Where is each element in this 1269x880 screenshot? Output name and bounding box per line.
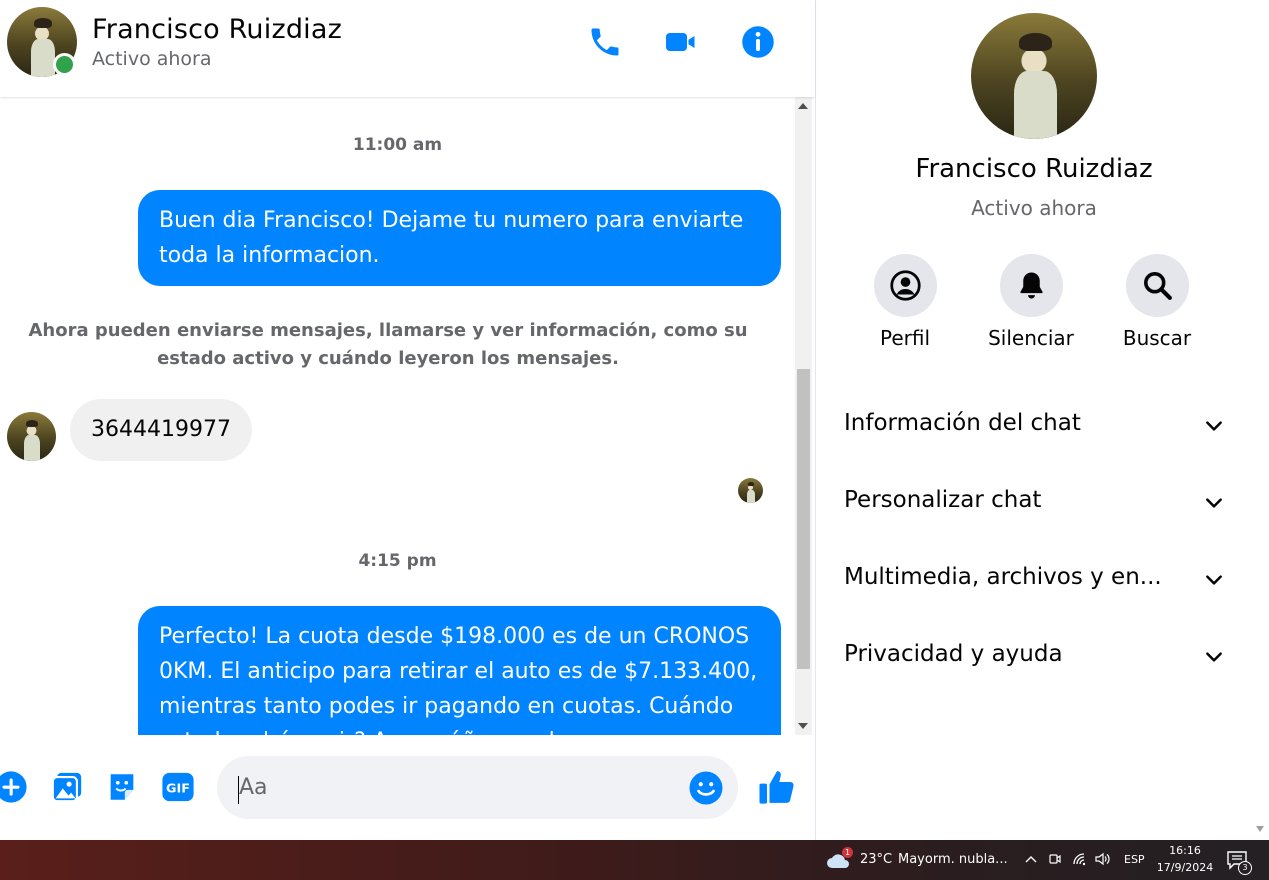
- weather-description[interactable]: Mayorm. nubla...: [898, 852, 1008, 867]
- volume-icon[interactable]: [1095, 852, 1111, 866]
- outgoing-message[interactable]: Buen dia Francisco! Dejame tu numero par…: [138, 190, 781, 286]
- mute-label: Silenciar: [988, 326, 1074, 350]
- message-timestamp: 11:00 am: [352, 135, 443, 155]
- input-language[interactable]: ESP: [1124, 853, 1145, 866]
- section-customize-chat[interactable]: Personalizar chat: [844, 479, 1224, 523]
- chevron-down-icon: [1206, 498, 1222, 508]
- chat-header: Francisco Ruizdiaz Activo ahora: [0, 0, 815, 97]
- message-scrollbar[interactable]: [795, 97, 812, 735]
- wifi-icon[interactable]: [1072, 852, 1088, 866]
- scroll-down-arrow[interactable]: [798, 723, 808, 729]
- mute-button[interactable]: Silenciar: [971, 254, 1091, 350]
- clock-time[interactable]: 16:16: [1160, 844, 1210, 857]
- chevron-down-icon: [1206, 652, 1222, 662]
- text-caret: [238, 776, 239, 804]
- info-icon[interactable]: [740, 24, 776, 60]
- message-list[interactable]: 11:00 am Buen dia Francisco! Dejame tu n…: [0, 97, 795, 735]
- weather-badge: 1: [842, 847, 853, 858]
- emoji-icon[interactable]: [688, 770, 724, 806]
- read-receipt-avatar: [738, 478, 763, 503]
- contact-name[interactable]: Francisco Ruizdiaz: [92, 14, 342, 45]
- bell-icon: [1020, 272, 1042, 299]
- panel-scrollbar[interactable]: [1252, 0, 1269, 840]
- clock-date[interactable]: 17/9/2024: [1152, 861, 1218, 874]
- outgoing-message[interactable]: Perfecto! La cuota desde $198.000 es de …: [138, 606, 781, 735]
- gif-label: GIF: [166, 782, 190, 797]
- photo-icon[interactable]: [50, 770, 84, 804]
- profile-icon: [889, 270, 921, 301]
- weather-temperature[interactable]: 23°C: [860, 852, 892, 867]
- search-label: Buscar: [1122, 326, 1192, 350]
- search-icon: [1143, 272, 1172, 300]
- message-timestamp: 4:15 pm: [358, 551, 437, 571]
- section-title: Multimedia, archivos y en...: [844, 564, 1162, 590]
- contact-status: Activo ahora: [92, 48, 212, 70]
- message-input[interactable]: [217, 756, 738, 819]
- section-title: Información del chat: [844, 410, 1081, 436]
- section-chat-info[interactable]: Información del chat: [844, 402, 1224, 446]
- online-status-dot: [53, 53, 76, 76]
- search-button[interactable]: Buscar: [1097, 254, 1217, 350]
- video-camera-icon[interactable]: [663, 24, 699, 60]
- section-media-files[interactable]: Multimedia, archivos y en...: [844, 556, 1224, 600]
- chevron-down-icon: [1206, 575, 1222, 585]
- meet-now-icon[interactable]: [1048, 852, 1062, 866]
- scroll-up-arrow[interactable]: [798, 103, 808, 109]
- section-title: Privacidad y ayuda: [844, 641, 1063, 667]
- section-privacy-help[interactable]: Privacidad y ayuda: [844, 633, 1224, 677]
- scroll-thumb[interactable]: [797, 369, 810, 669]
- incoming-message[interactable]: 3644419977: [70, 399, 252, 461]
- notification-count: 3: [1238, 861, 1252, 875]
- gif-icon[interactable]: GIF: [161, 770, 195, 804]
- panel-contact-status: Activo ahora: [971, 196, 1097, 220]
- phone-icon[interactable]: [587, 24, 623, 60]
- conversation-info-panel: Francisco Ruizdiaz Activo ahora Perfil S…: [816, 0, 1252, 840]
- profile-button[interactable]: Perfil: [845, 254, 965, 350]
- chevron-up-icon[interactable]: [1024, 852, 1038, 866]
- sender-avatar[interactable]: [7, 412, 56, 461]
- profile-label: Perfil: [879, 326, 931, 350]
- panel-avatar[interactable]: [971, 13, 1097, 139]
- thumbs-up-icon[interactable]: [757, 767, 797, 807]
- section-title: Personalizar chat: [844, 487, 1042, 513]
- panel-scroll-down-arrow[interactable]: [1256, 826, 1264, 832]
- windows-taskbar: 1 23°C Mayorm. nubla... ESP 16:16 17/9/2…: [0, 840, 1269, 880]
- chevron-down-icon: [1206, 421, 1222, 431]
- panel-contact-name: Francisco Ruizdiaz: [915, 154, 1153, 184]
- plus-icon[interactable]: [0, 770, 28, 804]
- sticker-icon[interactable]: [105, 770, 139, 804]
- system-notice: Ahora pueden enviarse mensajes, llamarse…: [28, 320, 748, 369]
